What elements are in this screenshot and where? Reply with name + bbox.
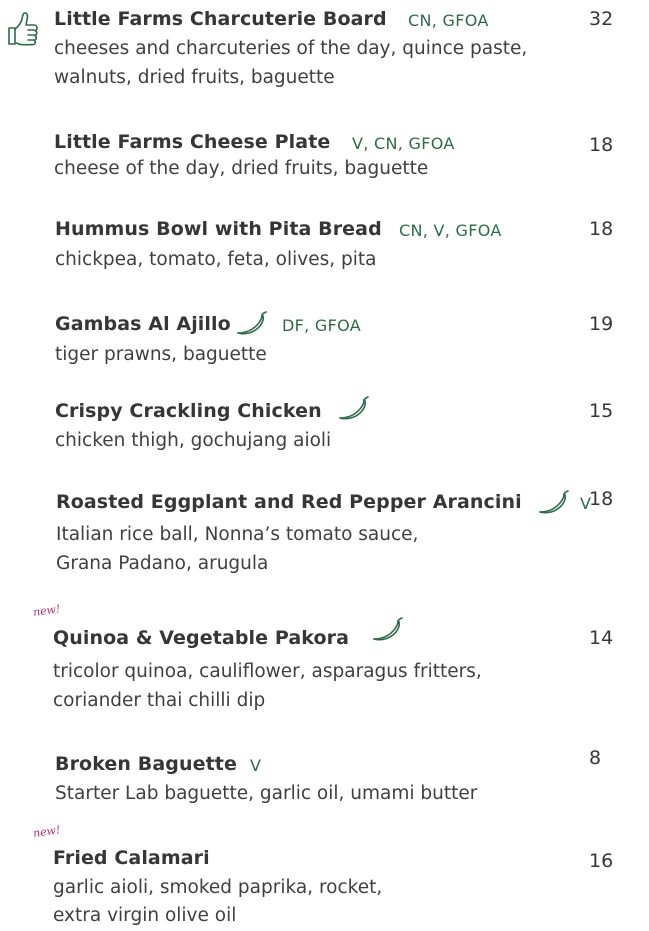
menu-item-hummus-bowl: Hummus Bowl with Pita Bread CN, V, GFOA … [0, 216, 649, 270]
menu-item-fried-calamari: new! Fried Calamari 16 garlic aioli, smo… [0, 823, 649, 926]
item-price: 8 [589, 747, 602, 769]
item-name: Roasted Eggplant and Red Pepper Arancini [56, 491, 522, 513]
item-name: Fried Calamari [53, 847, 210, 869]
chilli-icon [539, 490, 569, 514]
item-description-line: extra virgin olive oil [53, 905, 237, 926]
item-price: 32 [589, 8, 614, 30]
menu-item-arancini: Roasted Eggplant and Red Pepper Arancini… [0, 488, 649, 574]
item-name: Quinoa & Vegetable Pakora [53, 627, 350, 649]
item-description-line: Italian rice ball, Nonna’s tomato sauce, [56, 524, 419, 545]
chilli-icon [237, 311, 267, 335]
item-description-line: Starter Lab baguette, garlic oil, umami … [55, 783, 478, 804]
item-price: 15 [589, 400, 614, 422]
item-description-line: Grana Padano, arugula [56, 553, 269, 574]
item-description-line: walnuts, dried fruits, baguette [54, 67, 335, 88]
dietary-tags: V [250, 756, 262, 775]
menu-item-gambas-al-ajillo: Gambas Al Ajillo DF, GFOA 19 tiger prawn… [0, 311, 649, 365]
item-description-line: chickpea, tomato, feta, olives, pita [55, 249, 377, 270]
item-description-line: garlic aioli, smoked paprika, rocket, [53, 877, 383, 898]
chilli-icon [373, 617, 403, 641]
chilli-icon [339, 396, 369, 420]
item-description-line: coriander thai chilli dip [53, 690, 266, 711]
item-description-line: tiger prawns, baguette [55, 344, 267, 365]
item-description-line: tricolor quinoa, cauliflower, asparagus … [53, 661, 482, 682]
dietary-tags: CN, GFOA [408, 11, 489, 30]
menu-item-crispy-crackling-chicken: Crispy Crackling Chicken 15 chicken thig… [0, 396, 649, 451]
dietary-tags: V, CN, GFOA [352, 134, 455, 153]
item-description-line: chicken thigh, gochujang aioli [55, 430, 332, 451]
item-price: 14 [589, 627, 614, 649]
item-name: Little Farms Charcuterie Board [54, 8, 387, 30]
menu-item-charcuterie-board: Little Farms Charcuterie Board CN, GFOA … [0, 6, 649, 88]
item-price: 19 [589, 313, 614, 335]
item-name: Gambas Al Ajillo [55, 313, 231, 335]
item-name: Broken Baguette [55, 753, 237, 775]
dietary-tags: CN, V, GFOA [399, 221, 502, 240]
menu-list: Little Farms Charcuterie Board CN, GFOA … [0, 0, 649, 931]
item-price: 18 [589, 134, 614, 156]
dietary-tags: DF, GFOA [282, 316, 361, 335]
item-description-line: cheese of the day, dried fruits, baguett… [54, 158, 429, 179]
menu-item-quinoa-pakora: new! Quinoa & Vegetable Pakora 14 tricol… [0, 602, 649, 711]
item-name: Hummus Bowl with Pita Bread [55, 218, 382, 240]
item-name: Crispy Crackling Chicken [55, 400, 322, 422]
item-price: 18 [589, 218, 614, 240]
item-description-line: cheeses and charcuteries of the day, qui… [54, 38, 528, 59]
item-price: 18 [589, 488, 614, 510]
item-name: Little Farms Cheese Plate [54, 131, 331, 153]
menu-item-broken-baguette: Broken Baguette V 8 Starter Lab baguette… [0, 747, 649, 804]
new-badge: new! [32, 823, 62, 840]
menu-item-cheese-plate: Little Farms Cheese Plate V, CN, GFOA 18… [0, 129, 649, 179]
item-price: 16 [589, 850, 614, 872]
new-badge: new! [32, 602, 62, 619]
